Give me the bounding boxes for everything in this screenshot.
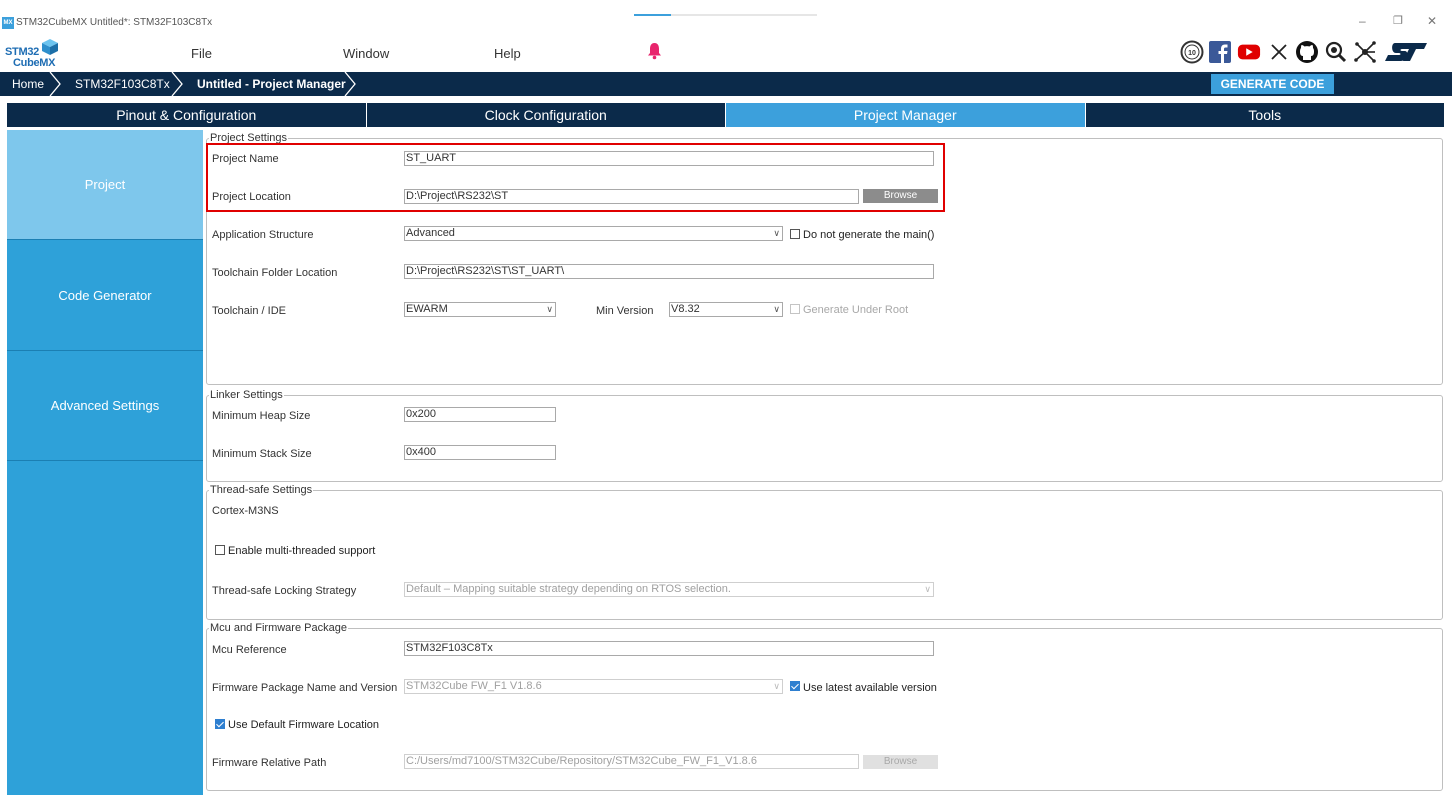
chevron-down-icon: ∨ (546, 304, 553, 314)
firmware-package-select[interactable]: STM32Cube FW_F1 V1.8.6 ∨ (404, 679, 783, 694)
10-years-icon[interactable]: 10 (1180, 40, 1204, 64)
generate-under-root-label: Generate Under Root (803, 304, 909, 316)
sidebar: Project Code Generator Advanced Settings (7, 130, 203, 795)
toolchain-ide-label: Toolchain / IDE (212, 305, 286, 317)
toolchain-folder-field[interactable]: D:\Project\RS232\ST\ST_UART\ (404, 264, 934, 279)
st-logo-icon[interactable] (1383, 40, 1429, 64)
loading-progress-fill (634, 14, 671, 16)
do-not-generate-main-label: Do not generate the main() (803, 229, 935, 241)
application-structure-value: Advanced (406, 227, 455, 239)
close-button[interactable]: ✕ (1427, 14, 1437, 28)
stm32cubemx-logo: STM32 CubeMX (5, 38, 61, 70)
linker-settings-group (206, 395, 1443, 482)
menu-window[interactable]: Window (343, 46, 389, 61)
minimum-heap-size-label: Minimum Heap Size (212, 410, 311, 422)
mcu-reference-label: Mcu Reference (212, 644, 287, 656)
use-default-firmware-location-label: Use Default Firmware Location (228, 719, 380, 731)
logo-line2: CubeMX (13, 57, 56, 69)
min-version-label: Min Version (596, 305, 654, 317)
svg-text:10: 10 (1188, 50, 1196, 57)
restore-button[interactable]: ❐ (1393, 14, 1403, 27)
sidebar-item-advanced-settings[interactable]: Advanced Settings (7, 351, 203, 461)
cube-icon (42, 39, 58, 55)
title-bar: MX STM32CubeMX Untitled*: STM32F103C8Tx … (0, 0, 1452, 34)
enable-multithreaded-label: Enable multi-threaded support (228, 545, 376, 557)
chevron-down-icon: ∨ (773, 681, 780, 691)
minimum-heap-size-field[interactable]: 0x200 (404, 407, 556, 422)
linker-settings-title: Linker Settings (209, 389, 284, 401)
app-icon: MX (2, 17, 14, 29)
generate-code-button[interactable]: GENERATE CODE (1211, 74, 1334, 94)
generate-under-root-checkbox[interactable] (790, 304, 800, 314)
tab-project-manager[interactable]: Project Manager (726, 103, 1086, 127)
application-structure-label: Application Structure (212, 229, 314, 241)
breadcrumb-home[interactable]: Home (12, 72, 44, 96)
toolchain-ide-value: EWARM (406, 303, 448, 315)
minimize-button[interactable]: – (1359, 14, 1366, 28)
toolchain-ide-select[interactable]: EWARM ∨ (404, 302, 556, 317)
thread-safe-locking-strategy-value: Default – Mapping suitable strategy depe… (406, 583, 731, 595)
thread-safe-settings-title: Thread-safe Settings (209, 484, 314, 496)
min-version-select[interactable]: V8.32 ∨ (669, 302, 783, 317)
github-icon[interactable] (1295, 40, 1319, 64)
thread-safe-settings-group (206, 490, 1443, 620)
firmware-relative-path-label: Firmware Relative Path (212, 757, 327, 769)
menu-help[interactable]: Help (494, 46, 521, 61)
facebook-icon[interactable] (1208, 40, 1232, 64)
firmware-relative-path-field[interactable]: C:/Users/md7100/STM32Cube/Repository/STM… (404, 754, 859, 769)
do-not-generate-main-checkbox[interactable] (790, 229, 800, 239)
bell-icon[interactable] (647, 42, 662, 60)
mcu-firmware-title: Mcu and Firmware Package (209, 622, 348, 634)
minimum-stack-size-label: Minimum Stack Size (212, 448, 312, 460)
thread-safe-locking-strategy-label: Thread-safe Locking Strategy (212, 585, 357, 597)
sidebar-item-project[interactable]: Project (7, 130, 203, 240)
minimum-stack-size-field[interactable]: 0x400 (404, 445, 556, 460)
network-icon[interactable] (1353, 40, 1377, 64)
tab-tools[interactable]: Tools (1085, 103, 1444, 127)
loading-progress-bar (634, 14, 817, 16)
search-community-icon[interactable] (1324, 40, 1348, 64)
use-default-firmware-location-checkbox[interactable] (215, 719, 225, 729)
thread-safe-locking-strategy-select[interactable]: Default – Mapping suitable strategy depe… (404, 582, 934, 597)
highlight-box (206, 143, 945, 212)
toolchain-folder-label: Toolchain Folder Location (212, 267, 338, 279)
chevron-down-icon: ∨ (924, 584, 931, 594)
min-version-value: V8.32 (671, 303, 700, 315)
tab-pinout-configuration[interactable]: Pinout & Configuration (7, 103, 367, 127)
breadcrumb-current[interactable]: Untitled - Project Manager (197, 72, 346, 96)
sidebar-item-code-generator[interactable]: Code Generator (7, 241, 203, 351)
menu-file[interactable]: File (191, 46, 212, 61)
firmware-path-browse-button[interactable]: Browse (863, 755, 938, 769)
firmware-package-value: STM32Cube FW_F1 V1.8.6 (406, 680, 542, 692)
mcu-reference-field[interactable]: STM32F103C8Tx (404, 641, 934, 656)
chevron-right-icon (171, 72, 183, 96)
window-title: STM32CubeMX Untitled*: STM32F103C8Tx (16, 17, 213, 28)
chevron-down-icon: ∨ (773, 304, 780, 314)
chevron-down-icon: ∨ (773, 228, 780, 238)
application-structure-select[interactable]: Advanced ∨ (404, 226, 783, 241)
tab-clock-configuration[interactable]: Clock Configuration (366, 103, 726, 127)
use-latest-version-checkbox[interactable] (790, 681, 800, 691)
breadcrumb-device[interactable]: STM32F103C8Tx (75, 72, 170, 96)
chevron-right-icon (49, 72, 61, 96)
youtube-icon[interactable] (1237, 40, 1261, 64)
x-icon[interactable] (1267, 40, 1291, 64)
use-latest-version-label: Use latest available version (803, 682, 937, 694)
main-tabs: Pinout & Configuration Clock Configurati… (7, 103, 1444, 127)
chevron-right-icon (344, 72, 356, 96)
core-label: Cortex-M3NS (212, 505, 279, 517)
enable-multithreaded-checkbox[interactable] (215, 545, 225, 555)
firmware-package-label: Firmware Package Name and Version (212, 682, 398, 694)
